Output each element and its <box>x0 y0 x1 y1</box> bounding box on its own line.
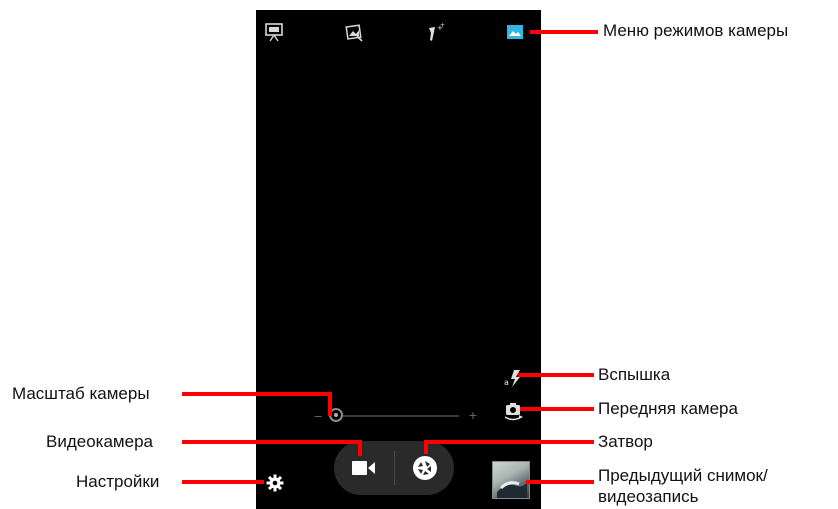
callout-label-camera-modes: Меню режимов камеры <box>603 21 789 40</box>
shutter-aperture-icon <box>413 456 437 480</box>
callout-line-video-drop <box>358 440 362 456</box>
callout-line-video <box>182 440 362 444</box>
image-effects-icon[interactable] <box>343 22 365 42</box>
callout-line-front-camera <box>520 407 594 411</box>
callout-label-flash: Вспышка <box>598 365 671 384</box>
camera-screen: + + a − + <box>256 10 541 509</box>
face-beauty-icon[interactable]: + + <box>424 22 446 42</box>
capture-controls <box>334 441 454 495</box>
callout-line-zoom-drop <box>328 392 332 416</box>
callout-label-front-camera: Передняя камера <box>598 399 738 418</box>
callout-line-zoom <box>182 392 332 396</box>
zoom-out-icon[interactable]: − <box>314 408 322 424</box>
svg-text:+: + <box>440 22 445 29</box>
gear-icon[interactable] <box>263 472 287 494</box>
callout-label-video: Видеокамера <box>46 432 153 451</box>
zoom-slider[interactable]: − + <box>311 407 481 424</box>
callout-label-previous-shot-2: видеозапись <box>598 487 699 506</box>
callout-line-previous-shot <box>526 480 594 484</box>
callout-line-settings <box>182 480 264 484</box>
callout-line-shutter <box>424 440 594 444</box>
panorama-mode-icon[interactable] <box>263 22 285 42</box>
normal-photo-mode-icon[interactable] <box>504 22 526 42</box>
callout-line-shutter-drop <box>424 440 428 454</box>
auto-flash-icon[interactable]: a <box>501 367 525 389</box>
video-camera-icon <box>352 461 375 475</box>
callout-label-previous-shot-1: Предыдущий снимок/ <box>598 466 768 485</box>
callout-label-shutter: Затвор <box>598 432 653 451</box>
previous-shot-thumbnail[interactable] <box>492 461 530 499</box>
diagram-stage: + + a − + Меню режимов камеры Вспышка Пе… <box>0 0 838 509</box>
callout-line-modes <box>530 30 598 34</box>
switch-camera-icon[interactable] <box>501 400 525 422</box>
callout-line-flash <box>518 373 594 377</box>
svg-text:a: a <box>504 378 509 387</box>
callout-label-zoom: Масштаб камеры <box>12 384 150 403</box>
zoom-track[interactable] <box>329 415 459 417</box>
callout-label-settings: Настройки <box>76 472 160 491</box>
video-record-button[interactable] <box>334 441 394 495</box>
zoom-in-icon[interactable]: + <box>469 407 477 423</box>
